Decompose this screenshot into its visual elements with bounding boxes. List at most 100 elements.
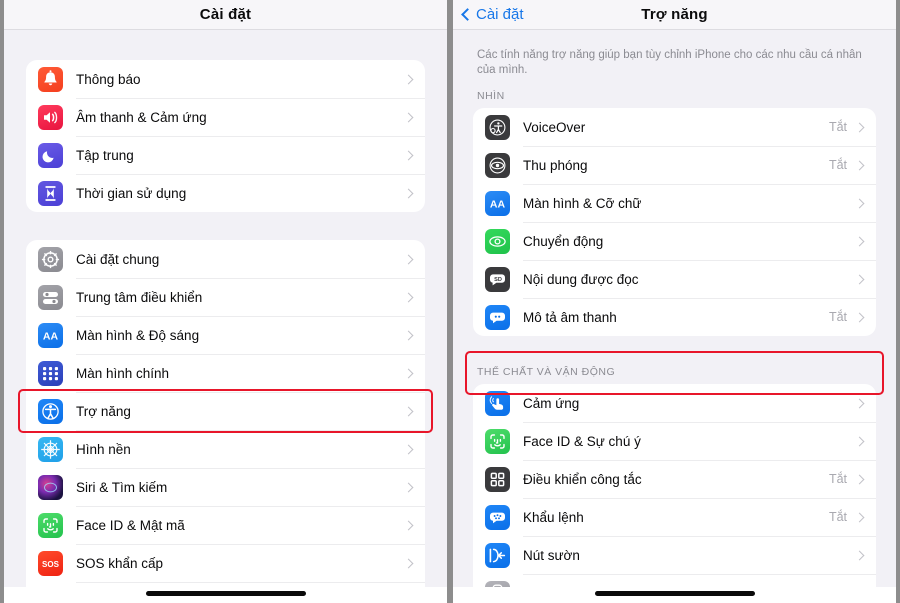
chevron-right-icon	[854, 312, 865, 322]
right-phone-screen: Cài đặt Trợ năng Các tính năng trợ năng …	[450, 0, 900, 603]
left-nav-title: Cài đặt	[199, 6, 252, 23]
list-item[interactable]: Cài đặt chung	[26, 240, 425, 278]
list-item-label: Nút sườn	[523, 547, 580, 563]
face-id-icon	[38, 512, 63, 538]
settings-group: Cảm ứng Face ID & Sự chú ý Điều khiển công…	[473, 384, 876, 603]
list-item[interactable]: AA Màn hình & Cỡ chữ	[473, 184, 876, 222]
right-scroll-body[interactable]: Các tính năng trợ năng giúp bạn tùy chỉn…	[453, 30, 896, 603]
home-screen-icon	[38, 360, 63, 386]
chevron-right-icon	[854, 198, 865, 208]
list-item[interactable]: Nút sườn	[473, 536, 876, 574]
list-item-label: Siri & Tìm kiếm	[76, 479, 168, 495]
focus-icon	[38, 142, 63, 168]
list-item[interactable]: Thu phóng Tắt	[473, 146, 876, 184]
list-item[interactable]: Face ID & Sự chú ý	[473, 422, 876, 460]
list-item[interactable]: Siri & Tìm kiếm	[26, 468, 425, 506]
general-icon	[38, 246, 63, 272]
display-brightness-icon: AA	[38, 322, 63, 348]
chevron-right-icon	[854, 274, 865, 284]
list-item[interactable]: Khẩu lệnh Tắt	[473, 498, 876, 536]
motion-icon	[485, 228, 510, 254]
chevron-right-icon	[403, 368, 414, 378]
list-item-label: Thông báo	[76, 71, 141, 87]
chevron-right-icon	[403, 112, 414, 122]
left-scroll-body[interactable]: Thông báo Âm thanh & Cảm ứng Tập trung Thời…	[4, 30, 447, 603]
chevron-right-icon	[854, 398, 865, 408]
left-navbar: Cài đặt	[4, 0, 447, 30]
chevron-right-icon	[403, 482, 414, 492]
section-header: NHÌN	[477, 90, 505, 102]
settings-group: Cài đặt chung Trung tâm điều khiển AA Màn h…	[26, 240, 425, 603]
chevron-right-icon	[403, 330, 414, 340]
list-item-label: Màn hình & Độ sáng	[76, 327, 200, 343]
chevron-right-icon	[854, 122, 865, 132]
list-item-label: Face ID & Mật mã	[76, 517, 185, 533]
screenshot-root: Cài đặt Thông báo Âm thanh & Cảm ứng Tập t…	[0, 0, 900, 603]
display-text-size-icon: AA	[485, 190, 510, 216]
chevron-right-icon	[403, 188, 414, 198]
chevron-right-icon	[403, 406, 414, 416]
chevron-right-icon	[403, 444, 414, 454]
face-id-attention-icon	[485, 428, 510, 454]
section-header: THỂ CHẤT VÀ VẬN ĐỘNG	[477, 366, 616, 378]
list-item-label: Cài đặt chung	[76, 251, 160, 267]
home-indicator	[145, 591, 306, 596]
voice-control-icon	[485, 504, 510, 530]
list-item[interactable]: Hình nền	[26, 430, 425, 468]
back-button[interactable]: Cài đặt	[461, 6, 524, 23]
switch-control-icon	[485, 466, 510, 492]
back-button-label: Cài đặt	[476, 6, 524, 23]
touch-icon	[485, 390, 510, 416]
list-item[interactable]: Màn hình chính	[26, 354, 425, 392]
list-item-label: Thời gian sử dụng	[76, 185, 187, 201]
home-indicator-right	[594, 591, 755, 596]
list-item[interactable]: SOS SOS khẩn cấp	[26, 544, 425, 582]
sounds-haptics-icon	[38, 104, 63, 130]
list-item-label: SOS khẩn cấp	[76, 555, 164, 571]
settings-group: Thông báo Âm thanh & Cảm ứng Tập trung Thời…	[26, 60, 425, 212]
audio-descriptions-icon	[485, 304, 510, 330]
control-center-icon	[38, 284, 63, 310]
chevron-right-icon	[403, 558, 414, 568]
list-item[interactable]: Tập trung	[26, 136, 425, 174]
chevron-right-icon	[854, 474, 865, 484]
list-item-label: Face ID & Sự chú ý	[523, 433, 641, 449]
wallpaper-icon	[38, 436, 63, 462]
svg-text:SOS: SOS	[42, 559, 60, 568]
list-item-label: Cảm ứng	[523, 395, 580, 411]
list-item[interactable]: Âm thanh & Cảm ứng	[26, 98, 425, 136]
list-item[interactable]: Cảm ứng	[473, 384, 876, 422]
list-item-value: Tắt	[828, 310, 847, 324]
svg-text:AA: AA	[43, 330, 59, 342]
list-item-label: Trung tâm điều khiển	[76, 289, 203, 305]
list-item[interactable]: VoiceOver Tắt	[473, 108, 876, 146]
chevron-right-icon	[854, 512, 865, 522]
list-item[interactable]: Thời gian sử dụng	[26, 174, 425, 212]
list-item[interactable]: AA Màn hình & Độ sáng	[26, 316, 425, 354]
left-phone-screen: Cài đặt Thông báo Âm thanh & Cảm ứng Tập t…	[0, 0, 450, 603]
list-item[interactable]: Trung tâm điều khiển	[26, 278, 425, 316]
chevron-right-icon	[403, 150, 414, 160]
list-item-label: Màn hình & Cỡ chữ	[523, 195, 642, 211]
list-item-label: Chuyển động	[523, 233, 604, 249]
list-item[interactable]: Face ID & Mật mã	[26, 506, 425, 544]
spoken-content-icon: SD	[485, 266, 510, 292]
siri-search-icon	[38, 474, 63, 500]
list-item-value: Tắt	[828, 158, 847, 172]
svg-text:AA: AA	[490, 198, 506, 210]
chevron-right-icon	[854, 160, 865, 170]
list-item[interactable]: SD Nội dung được đọc	[473, 260, 876, 298]
list-item-label: Màn hình chính	[76, 365, 170, 381]
list-item[interactable]: Thông báo	[26, 60, 425, 98]
list-item[interactable]: Trợ năng	[26, 392, 425, 430]
list-item-label: Hình nền	[76, 441, 131, 457]
list-item-label: Thu phóng	[523, 157, 588, 173]
chevron-right-icon	[403, 74, 414, 84]
list-item-label: Điều khiển công tắc	[523, 471, 642, 487]
list-item[interactable]: Điều khiển công tắc Tắt	[473, 460, 876, 498]
list-item-label: Trợ năng	[76, 403, 131, 419]
list-item[interactable]: Chuyển động	[473, 222, 876, 260]
chevron-right-icon	[403, 254, 414, 264]
notifications-icon	[38, 66, 63, 92]
list-item[interactable]: Mô tả âm thanh Tắt	[473, 298, 876, 336]
